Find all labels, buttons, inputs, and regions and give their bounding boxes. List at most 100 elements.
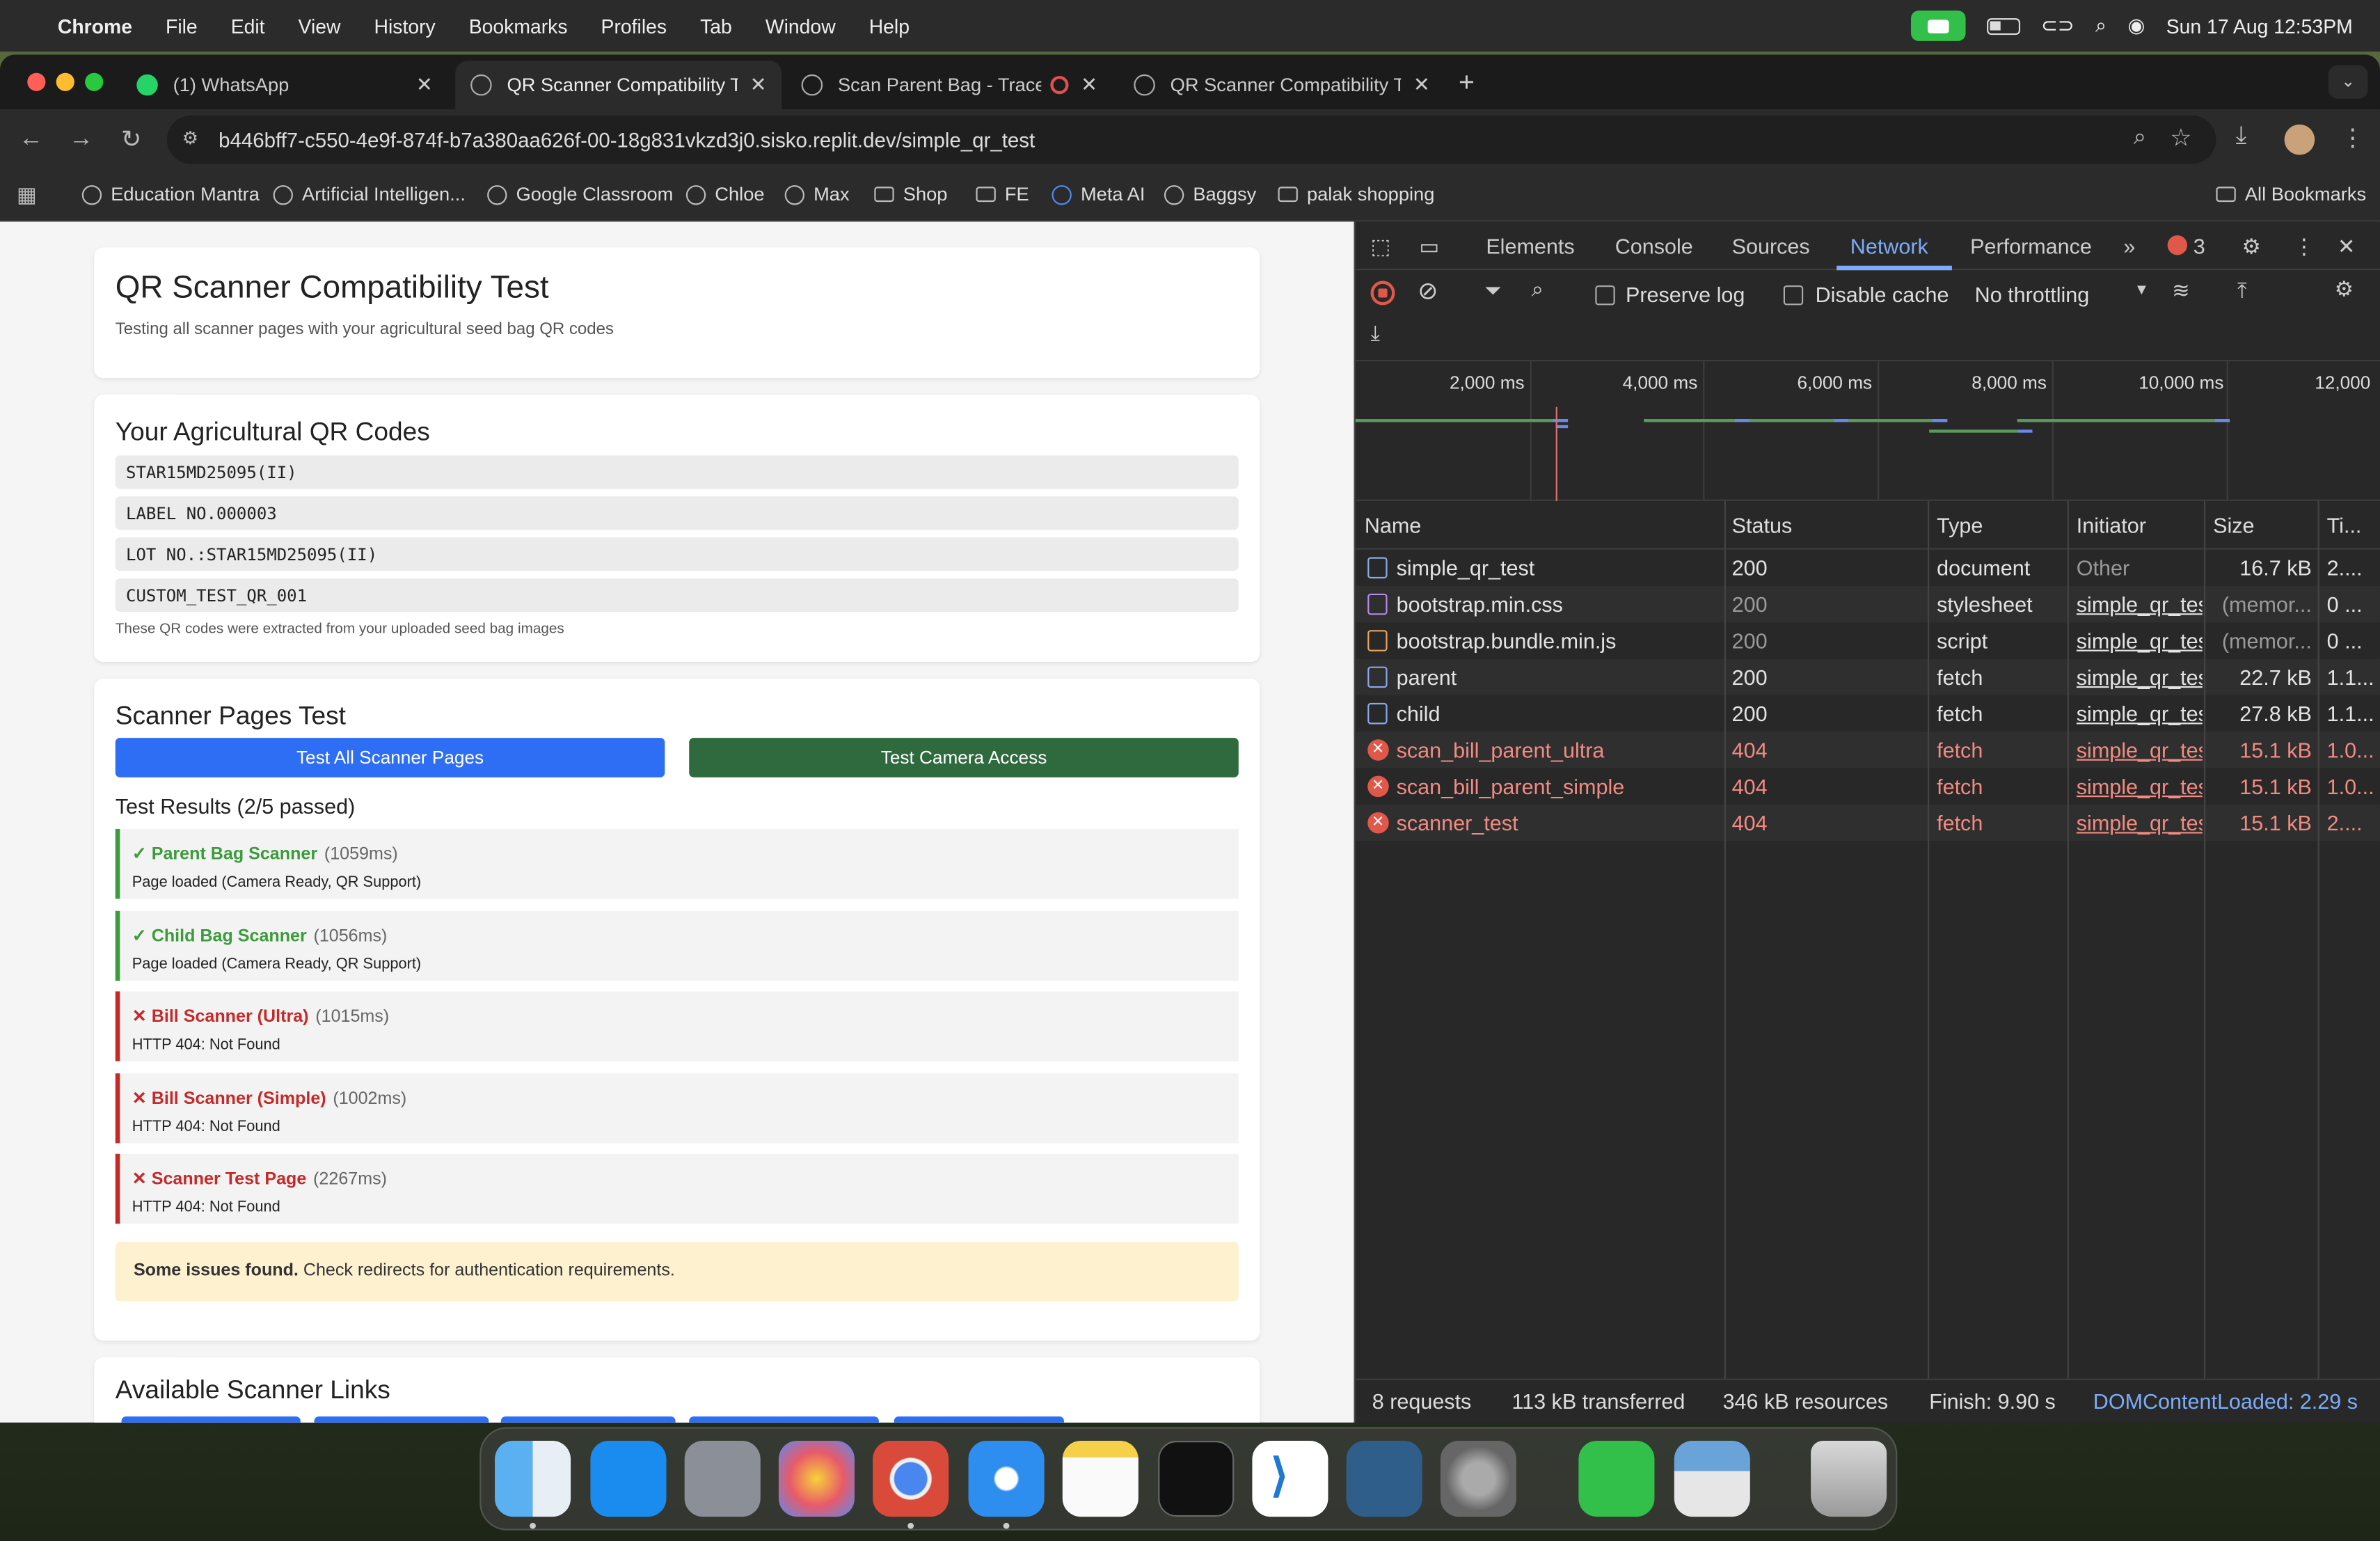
column-size[interactable]: Size [2213, 513, 2254, 537]
network-request-row[interactable]: scanner_test 404 fetch simple_qr_test 15.1 k… [1355, 805, 2380, 841]
devtools-settings-gear-icon[interactable]: ⚙ [2242, 234, 2261, 260]
tab-console[interactable]: Console [1615, 234, 1693, 258]
tab-network[interactable]: Network [1850, 234, 1928, 258]
network-request-row[interactable]: simple_qr_test 200 document Other 16.7 kB 2..… [1356, 550, 2380, 586]
more-tabs-chevron-icon[interactable]: » [2123, 234, 2135, 258]
test-all-scanner-pages-button[interactable]: Test All Scanner Pages [115, 738, 665, 777]
bookmark-meta-ai[interactable]: Meta AI [1052, 184, 1145, 205]
network-request-row[interactable]: bootstrap.bundle.min.js 200 script simple_q… [1356, 622, 2380, 658]
close-tab-icon[interactable]: ✕ [1081, 73, 1097, 97]
menubar-clock[interactable]: Sun 17 Aug 12:53PM [2166, 15, 2353, 38]
notes-icon[interactable] [1062, 1441, 1139, 1517]
apps-grid-icon[interactable]: ▦ [17, 182, 37, 208]
clear-log-icon[interactable]: ⊘ [1418, 276, 1438, 307]
download-icon[interactable]: ⤓ [2236, 123, 2246, 150]
network-request-row[interactable]: scan_bill_parent_ultra 404 fetch simple_qr_… [1355, 732, 2380, 768]
network-request-row[interactable]: bootstrap.min.css 200 stylesheet simple_qr_… [1355, 585, 2380, 623]
postgres-elephant-icon[interactable] [1346, 1441, 1422, 1517]
network-request-row[interactable]: child 200 fetch simple_qr_test 27.8 kB 1.1... [1356, 695, 2380, 732]
forward-arrow-icon[interactable]: → [56, 126, 106, 153]
all-bookmarks-button[interactable]: All Bookmarks [2216, 184, 2366, 205]
menu-tab[interactable]: Tab [700, 15, 732, 38]
tab-scan-parent-bag[interactable]: Scan Parent Bag - TraceTrack ✕ [786, 61, 1113, 109]
menu-help[interactable]: Help [869, 15, 910, 38]
column-initiator[interactable]: Initiator [2077, 513, 2146, 537]
chrome-icon[interactable] [873, 1441, 949, 1517]
devtools-menu-icon[interactable]: ⋮ [2294, 234, 2315, 260]
close-tab-icon[interactable]: ✕ [750, 73, 767, 97]
tab-search-chevron-icon[interactable]: ⌄ [2328, 65, 2368, 99]
url-text[interactable]: b446bff7-c550-4e9f-874f-b7a380aa626f-00-… [219, 128, 1035, 151]
network-request-row[interactable]: parent 200 fetch simple_qr_test 22.7 kB 1.1..… [1355, 658, 2380, 696]
column-time[interactable]: Ti... [2327, 513, 2362, 537]
launchpad-icon[interactable] [684, 1441, 761, 1517]
column-status[interactable]: Status [1732, 513, 1793, 537]
record-stop-icon[interactable] [1370, 280, 1395, 306]
bookmark-artificial-intelligence[interactable]: Artificial Intelligen... [273, 184, 466, 205]
app-store-icon[interactable] [590, 1441, 667, 1517]
facetime-icon[interactable] [1578, 1441, 1655, 1517]
preserve-log-label[interactable]: Preserve log [1626, 283, 1745, 307]
disable-cache-checkbox[interactable] [1783, 285, 1804, 306]
scanner-link-button[interactable] [500, 1416, 676, 1423]
bookmark-star-icon[interactable]: ☆ [2170, 123, 2191, 154]
close-tab-icon[interactable]: ✕ [1413, 73, 1430, 97]
column-type[interactable]: Type [1937, 513, 1983, 537]
tab-whatsapp[interactable]: (1) WhatsApp ✕ [121, 61, 447, 109]
tab-elements[interactable]: Elements [1486, 234, 1574, 258]
tab-qr-scanner-test-2[interactable]: QR Scanner Compatibility Test ✕ [1118, 61, 1445, 109]
network-conditions-wifi-icon[interactable]: ≋ [2172, 278, 2190, 303]
finder-icon[interactable] [495, 1441, 571, 1517]
bookmark-max[interactable]: Max [784, 184, 850, 205]
request-initiator-link[interactable]: simple_qr_test [2077, 774, 2203, 798]
menu-window[interactable]: Window [765, 15, 836, 38]
control-center-icon[interactable]: ◉ [2127, 14, 2145, 38]
bookmark-folder-shop[interactable]: Shop [874, 184, 947, 205]
menu-file[interactable]: File [166, 15, 198, 38]
throttling-select[interactable]: No throttling [1975, 283, 2090, 307]
request-initiator-link[interactable]: simple_qr_test [2077, 592, 2203, 617]
site-info-icon[interactable]: ⚙ [182, 127, 198, 149]
zoom-window-icon[interactable] [85, 72, 104, 91]
export-har-download-icon[interactable]: ⤓ [1371, 320, 1381, 346]
system-settings-gear-icon[interactable] [1440, 1441, 1516, 1517]
tab-qr-scanner-test-active[interactable]: QR Scanner Compatibility Test ✕ [455, 61, 782, 110]
column-name[interactable]: Name [1365, 513, 1421, 537]
scanner-link-button[interactable] [121, 1416, 301, 1423]
element-picker-icon[interactable]: ⬚ [1371, 234, 1391, 260]
back-arrow-icon[interactable]: ← [6, 126, 56, 153]
request-initiator-link[interactable]: simple_qr_test [2077, 629, 2203, 653]
bookmark-google-classroom[interactable]: Google Classroom [487, 184, 673, 205]
chrome-menu-icon[interactable]: ⋮ [2340, 123, 2365, 154]
menu-profiles[interactable]: Profiles [601, 15, 667, 38]
menu-history[interactable]: History [374, 15, 436, 38]
request-initiator-link[interactable]: simple_qr_test [2077, 738, 2203, 762]
bookmark-baggsy[interactable]: Baggsy [1164, 184, 1256, 205]
address-bar[interactable]: ⚙ b446bff7-c550-4e9f-874f-b7a380aa626f-0… [166, 115, 2216, 164]
network-timeline-overview[interactable]: 2,000 ms 4,000 ms 6,000 ms 8,000 ms 10,0… [1355, 361, 2380, 501]
tab-sources[interactable]: Sources [1732, 234, 1810, 258]
vscode-icon[interactable]: ⟩ [1252, 1441, 1328, 1517]
error-count[interactable]: 3 [2193, 234, 2205, 258]
test-camera-access-button[interactable]: Test Camera Access [689, 738, 1239, 777]
zoom-magnifier-icon[interactable]: ⌕ [2134, 125, 2146, 150]
error-badge-icon[interactable] [2167, 235, 2187, 255]
terminal-icon[interactable] [1158, 1441, 1235, 1517]
search-network-icon[interactable]: ⌕ [1532, 276, 1544, 302]
scanner-link-button[interactable] [314, 1416, 489, 1423]
reload-icon[interactable]: ↻ [106, 125, 157, 155]
bookmark-chloe[interactable]: Chloe [685, 184, 765, 205]
scanner-link-button[interactable] [689, 1416, 879, 1423]
filter-funnel-icon[interactable]: ⏷ [1484, 278, 1501, 303]
spotlight-search-icon[interactable]: ⌕ [2095, 14, 2107, 38]
safari-icon[interactable] [968, 1441, 1045, 1517]
preview-icon[interactable] [1674, 1441, 1750, 1517]
menu-app-name[interactable]: Chrome [58, 15, 132, 38]
bookmark-folder-palak-shopping[interactable]: palak shopping [1278, 184, 1434, 205]
screen-mirroring-icon[interactable]: ⊂⊃ [2041, 14, 2074, 38]
menu-view[interactable]: View [299, 15, 341, 38]
request-initiator-link[interactable]: simple_qr_test [2077, 665, 2203, 689]
close-tab-icon[interactable]: ✕ [416, 73, 433, 97]
menu-bookmarks[interactable]: Bookmarks [469, 15, 568, 38]
device-toolbar-icon[interactable]: ▭ [1419, 234, 1439, 260]
